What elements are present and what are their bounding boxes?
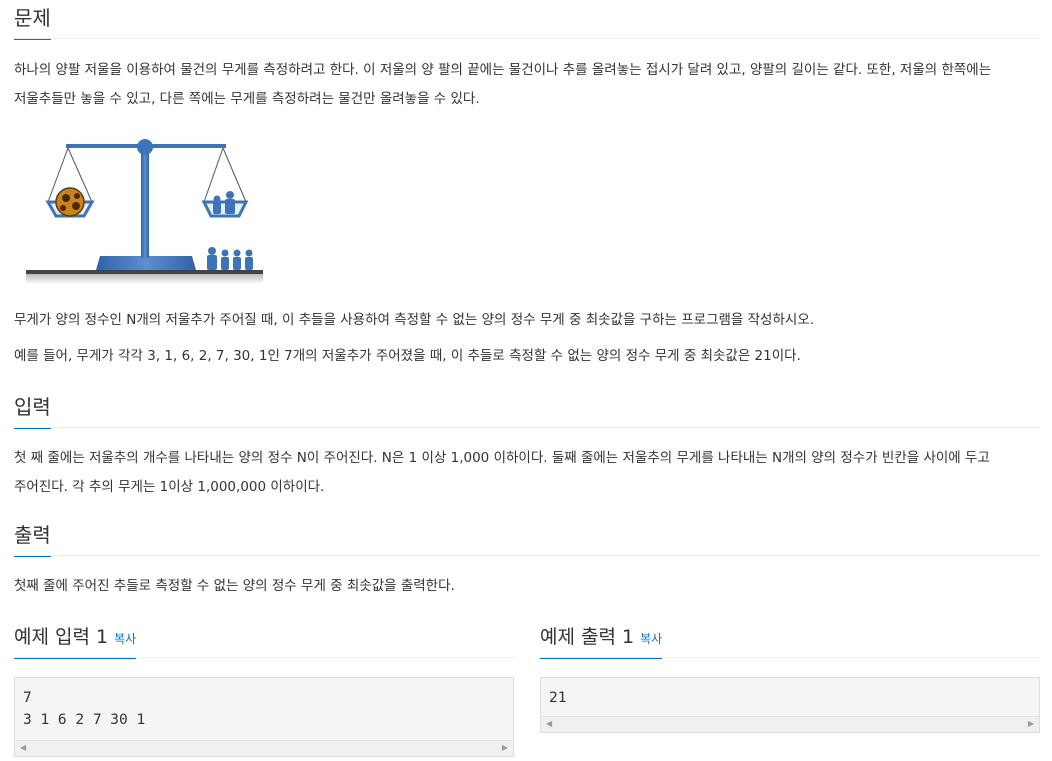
sample-input-box[interactable]: 7 3 1 6 2 7 30 1 ◀ ▶	[14, 677, 514, 757]
input-section-header: 입력	[14, 391, 1040, 429]
output-heading: 출력	[14, 519, 51, 557]
sample-output-scrollbar[interactable]: ◀ ▶	[541, 716, 1039, 732]
sample-output-heading: 예제 출력 1	[540, 626, 635, 648]
sample-output-title: 예제 출력 1 복사	[540, 622, 663, 659]
scroll-right-arrow-icon[interactable]: ▶	[502, 743, 508, 752]
sample-input-heading-rule	[14, 657, 514, 658]
sample-output-box[interactable]: 21 ◀ ▶	[540, 677, 1040, 733]
sample-input-line-1: 7	[23, 690, 32, 706]
scroll-right-arrow-icon[interactable]: ▶	[1028, 719, 1034, 728]
problem-heading-rule	[14, 38, 1040, 39]
problem-paragraph-1-line-1: 하나의 양팔 저울을 이용하여 물건의 무게를 측정하려고 한다. 이 저울의 …	[14, 62, 992, 78]
input-heading: 입력	[14, 391, 51, 429]
problem-heading: 문제	[14, 2, 51, 40]
sample-output-heading-rule	[540, 657, 1040, 658]
sample-input-heading: 예제 입력 1	[14, 626, 109, 648]
problem-section-header: 문제	[14, 2, 1040, 40]
problem-paragraph-3: 예를 들어, 무게가 각각 3, 1, 6, 2, 7, 30, 1인 7개의 …	[14, 348, 801, 364]
balance-scale-image	[26, 139, 263, 284]
sample-input-scrollbar[interactable]: ◀ ▶	[15, 740, 513, 756]
sample-input-line-2: 3 1 6 2 7 30 1	[23, 712, 146, 728]
input-heading-rule	[14, 427, 1040, 428]
scroll-left-arrow-icon[interactable]: ◀	[20, 743, 26, 752]
problem-paragraph-1: 하나의 양팔 저울을 이용하여 물건의 무게를 측정하려고 한다. 이 저울의 …	[14, 56, 1040, 114]
input-paragraph-line-2: 주어진다. 각 추의 무게는 1이상 1,000,000 이하이다.	[14, 479, 325, 495]
input-paragraph: 첫 째 줄에는 저울추의 개수를 나타내는 양의 정수 N이 주어진다. N은 …	[14, 444, 1040, 502]
problem-paragraph-1-line-2: 저울추들만 놓을 수 있고, 다른 쪽에는 무게를 측정하려는 물건만 올려놓을…	[14, 91, 480, 107]
sample-input-header: 예제 입력 1 복사	[14, 622, 514, 659]
output-section-header: 출력	[14, 519, 1040, 557]
output-paragraph: 첫째 줄에 주어진 추들로 측정할 수 없는 양의 정수 무게 중 최솟값을 출…	[14, 578, 455, 594]
sample-output-line-1: 21	[549, 690, 567, 706]
sample-output-header: 예제 출력 1 복사	[540, 622, 1040, 659]
sample-output-copy-button[interactable]: 복사	[640, 632, 662, 646]
scroll-left-arrow-icon[interactable]: ◀	[546, 719, 552, 728]
output-heading-rule	[14, 555, 1040, 556]
sample-input-title: 예제 입력 1 복사	[14, 622, 137, 659]
sample-input-code: 7 3 1 6 2 7 30 1	[15, 678, 513, 731]
sample-output-code: 21	[541, 678, 1039, 709]
problem-paragraph-2: 무게가 양의 정수인 N개의 저울추가 주어질 때, 이 추들을 사용하여 측정…	[14, 312, 815, 328]
sample-input-copy-button[interactable]: 복사	[114, 632, 136, 646]
input-paragraph-line-1: 첫 째 줄에는 저울추의 개수를 나타내는 양의 정수 N이 주어진다. N은 …	[14, 450, 990, 466]
